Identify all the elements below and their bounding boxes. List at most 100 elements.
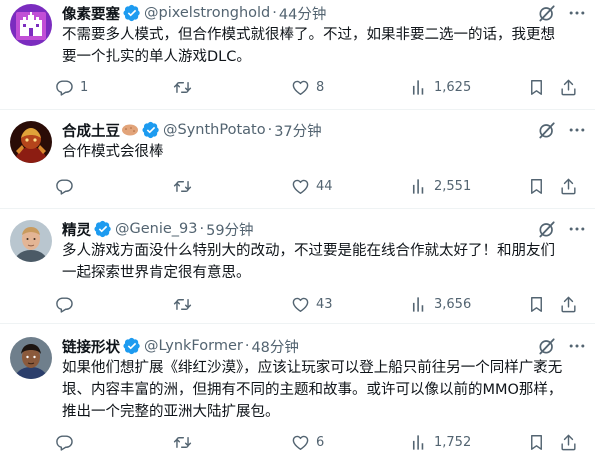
tweet-header: 精灵 @Genie_93 · 59分钟 [62, 218, 254, 240]
view-count: 1,752 [434, 434, 472, 450]
text-line: 垠、内容丰富的洲，但拥有不同的主题和故事。或许可以像以前的MMO那样， [62, 382, 563, 398]
like-button[interactable]: 43 [291, 293, 333, 315]
reply-button[interactable] [55, 175, 80, 197]
grok-icon[interactable] [537, 3, 557, 23]
like-icon [291, 177, 310, 196]
tweet[interactable]: 合成土豆 @SynthPotato · 37分钟 合作模式会很棒 44 2,55… [0, 110, 595, 209]
more-icon[interactable] [567, 336, 587, 356]
retweet-button[interactable] [173, 76, 198, 98]
castle-logo-icon [10, 4, 52, 46]
reply-button[interactable] [55, 431, 80, 453]
text-line: 不需要多人模式，但合作模式就很棒了。不过，如果非要二选一的话，我更想 [62, 27, 555, 43]
bookmark-icon [527, 177, 546, 196]
tweet[interactable]: 像素要塞 @pixelstronghold · 44分钟 不需要多人模式，但合作… [0, 0, 595, 110]
retweet-button[interactable] [173, 293, 198, 315]
views-icon [409, 295, 428, 314]
separator-dot: · [244, 338, 250, 354]
avatar[interactable] [10, 337, 52, 379]
bookmark-button[interactable] [527, 293, 546, 315]
text-line: 如果他们想扩展《绯红沙漠》，应该让玩家可以登上船只前往另一个同样广袤无 [62, 360, 563, 376]
bookmark-button[interactable] [527, 76, 546, 98]
user-handle[interactable]: @pixelstronghold [144, 5, 270, 21]
separator-dot: · [267, 122, 273, 138]
timestamp[interactable]: 44分钟 [279, 3, 326, 24]
timestamp[interactable]: 59分钟 [206, 219, 253, 240]
reply-button[interactable]: 1 [55, 76, 88, 98]
man-portrait-icon [10, 220, 52, 262]
retweet-button[interactable] [173, 175, 198, 197]
tweet-feed: 像素要塞 @pixelstronghold · 44分钟 不需要多人模式，但合作… [0, 0, 595, 467]
user-handle[interactable]: @Genie_93 [115, 221, 198, 237]
tweet-text: 不需要多人模式，但合作模式就很棒了。不过，如果非要二选一的话，我更想 要一个扎实… [62, 24, 582, 68]
user-handle[interactable]: @LynkFormer [144, 338, 243, 354]
views-button[interactable]: 2,551 [409, 175, 471, 197]
tweet[interactable]: 精灵 @Genie_93 · 59分钟 多人游戏方面没什么特别大的改动，不过要是… [0, 209, 595, 324]
reply-button[interactable] [55, 293, 80, 315]
grok-icon[interactable] [537, 120, 557, 140]
share-button[interactable] [559, 293, 578, 315]
text-line: 一起探索世界肯定很有意思。 [62, 265, 251, 281]
display-name[interactable]: 精灵 [62, 219, 91, 240]
share-icon [559, 78, 578, 97]
separator-dot: · [272, 5, 277, 21]
views-button[interactable]: 1,625 [409, 76, 471, 98]
bookmark-button[interactable] [527, 431, 546, 453]
potato-emoji-icon [121, 123, 139, 137]
tweet-text: 多人游戏方面没什么特别大的改动，不过要是能在线合作就太好了！和朋友们 一起探索世… [62, 240, 582, 284]
like-count: 6 [316, 434, 325, 450]
view-count: 1,625 [434, 79, 472, 95]
retweet-icon [173, 295, 192, 314]
share-button[interactable] [559, 175, 578, 197]
reply-icon [55, 295, 74, 314]
reply-count: 1 [80, 79, 89, 95]
reply-icon [55, 78, 74, 97]
cartoon-character-icon [10, 337, 52, 379]
user-handle[interactable]: @SynthPotato [163, 122, 266, 138]
view-count: 3,656 [434, 296, 472, 312]
view-count: 2,551 [434, 178, 472, 194]
verified-badge-icon [123, 4, 141, 22]
like-count: 44 [316, 178, 333, 194]
bookmark-button[interactable] [527, 175, 546, 197]
more-icon[interactable] [567, 3, 587, 23]
retweet-icon [173, 177, 192, 196]
like-button[interactable]: 6 [291, 431, 324, 453]
tweet[interactable]: 链接形状 @LynkFormer · 48分钟 如果他们想扩展《绯红沙漠》，应该… [0, 324, 595, 467]
views-icon [409, 177, 428, 196]
retweet-button[interactable] [173, 431, 198, 453]
share-button[interactable] [559, 76, 578, 98]
grok-icon[interactable] [537, 336, 557, 356]
views-button[interactable]: 1,752 [409, 431, 471, 453]
tweet-header: 链接形状 @LynkFormer · 48分钟 [62, 335, 299, 357]
avatar[interactable] [10, 220, 52, 262]
tweet-header: 像素要塞 @pixelstronghold · 44分钟 [62, 2, 326, 24]
retweet-icon [173, 433, 192, 452]
like-button[interactable]: 44 [291, 175, 333, 197]
views-icon [409, 78, 428, 97]
timestamp[interactable]: 37分钟 [274, 120, 321, 141]
timestamp[interactable]: 48分钟 [251, 336, 298, 357]
reply-icon [55, 433, 74, 452]
display-name[interactable]: 链接形状 [62, 336, 120, 357]
retweet-icon [173, 78, 192, 97]
views-button[interactable]: 3,656 [409, 293, 471, 315]
avatar[interactable] [10, 121, 52, 163]
text-line: 合作模式会很棒 [62, 144, 164, 160]
more-icon[interactable] [567, 120, 587, 140]
more-icon[interactable] [567, 219, 587, 239]
share-icon [559, 177, 578, 196]
avatar[interactable] [10, 4, 52, 46]
like-icon [291, 78, 310, 97]
like-icon [291, 295, 310, 314]
grok-icon[interactable] [537, 219, 557, 239]
action-bar: 43 3,656 [55, 293, 580, 315]
display-name[interactable]: 像素要塞 [62, 3, 120, 24]
display-name[interactable]: 合成土豆 [62, 120, 120, 141]
share-button[interactable] [559, 431, 578, 453]
text-line: 多人游戏方面没什么特别大的改动，不过要是能在线合作就太好了！和朋友们 [62, 243, 555, 259]
like-button[interactable]: 8 [291, 76, 324, 98]
bookmark-icon [527, 295, 546, 314]
like-icon [291, 433, 310, 452]
verified-badge-icon [142, 121, 160, 139]
like-count: 8 [316, 79, 325, 95]
